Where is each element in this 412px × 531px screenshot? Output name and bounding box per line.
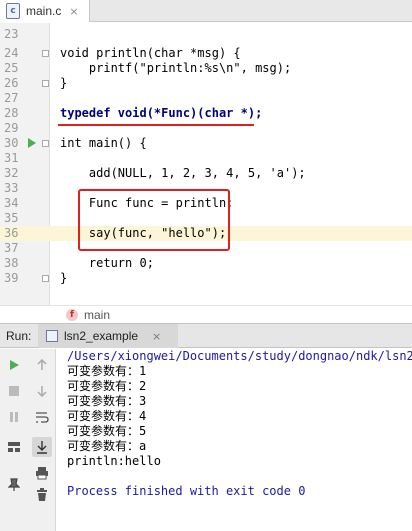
line-number: 35 <box>4 211 19 225</box>
code-line: 28 typedef void(*Func)(char *); <box>0 106 412 121</box>
code-line: 38 return 0; <box>0 256 412 271</box>
line-number: 34 <box>4 196 19 210</box>
code-line: 25 printf("println:%s\n", msg); <box>0 61 412 76</box>
fold-icon[interactable] <box>42 275 49 282</box>
run-tab-label: lsn2_example <box>64 329 139 343</box>
console-line: 可变参数有：1 <box>67 364 147 378</box>
line-number: 33 <box>4 181 19 195</box>
run-icon[interactable] <box>28 138 36 148</box>
code-text: add(NULL, 1, 2, 3, 4, 5, 'a'); <box>60 166 306 180</box>
line-number: 39 <box>4 271 19 285</box>
line-number: 23 <box>4 27 19 41</box>
fold-icon[interactable] <box>42 80 49 87</box>
code-text: void println(char *msg) { <box>60 46 241 60</box>
annotation-box <box>78 189 230 251</box>
line-number: 36 <box>4 226 19 240</box>
line-number: 38 <box>4 256 19 270</box>
print-icon[interactable] <box>34 465 50 481</box>
console-line: /Users/xiongwei/Documents/study/dongnao/… <box>67 349 412 363</box>
console-line: println:hello <box>67 454 161 468</box>
executable-icon <box>46 330 58 342</box>
code-text: int main() { <box>60 136 147 150</box>
down-arrow-icon[interactable] <box>34 383 50 399</box>
code-line: 27 <box>0 91 412 106</box>
code-text: return 0; <box>60 256 154 270</box>
up-arrow-icon[interactable] <box>34 357 50 373</box>
fold-icon[interactable] <box>42 50 49 57</box>
pin-icon[interactable] <box>6 477 22 493</box>
close-icon[interactable]: × <box>152 330 161 343</box>
console-line: 可变参数有：3 <box>67 394 147 408</box>
rerun-icon[interactable] <box>6 357 22 373</box>
line-number: 28 <box>4 106 19 120</box>
layout-icon[interactable] <box>6 439 22 455</box>
function-icon: f <box>66 308 78 321</box>
line-number: 25 <box>4 61 19 75</box>
console-line: Process finished with exit code 0 <box>67 484 306 498</box>
soft-wrap-icon[interactable] <box>34 409 50 425</box>
tab-lsn2-example[interactable]: lsn2_example × <box>38 324 178 348</box>
line-number: 37 <box>4 241 19 255</box>
code-text: } <box>60 271 68 285</box>
code-line: 26 } <box>0 76 412 91</box>
code-editor[interactable]: 23 24 void println(char *msg) { 25 print… <box>0 23 412 305</box>
trash-icon[interactable] <box>34 487 50 503</box>
code-text: typedef void(*Func)(char *); <box>60 106 263 120</box>
fold-icon[interactable] <box>42 140 49 147</box>
run-toolbar <box>0 349 56 531</box>
annotation-underline <box>58 124 254 126</box>
breadcrumb[interactable]: f main <box>0 305 412 323</box>
line-number: 30 <box>4 136 19 150</box>
line-number: 29 <box>4 121 19 135</box>
console-line: 可变参数有：4 <box>67 409 147 423</box>
code-line: 24 void println(char *msg) { <box>0 46 412 61</box>
code-line: 32 add(NULL, 1, 2, 3, 4, 5, 'a'); <box>0 166 412 181</box>
code-line: 39 } <box>0 271 412 286</box>
code-line: 30 int main() { <box>0 136 412 151</box>
console-output[interactable]: /Users/xiongwei/Documents/study/dongnao/… <box>57 349 412 531</box>
line-number: 27 <box>4 91 19 105</box>
console-line: 可变参数有：a <box>67 439 147 453</box>
run-label: Run: <box>6 329 32 343</box>
line-number: 24 <box>4 46 19 60</box>
console-line: 可变参数有：2 <box>67 379 147 393</box>
scroll-to-end-icon[interactable] <box>32 437 52 457</box>
line-number: 31 <box>4 151 19 165</box>
code-text: } <box>60 76 68 90</box>
code-line: 23 <box>0 27 412 42</box>
run-tool-window-header: Run: lsn2_example × <box>0 323 412 348</box>
pause-icon[interactable] <box>6 409 22 425</box>
tab-main-c[interactable]: c main.c × <box>0 0 90 22</box>
breadcrumb-function[interactable]: main <box>84 308 110 322</box>
stop-icon[interactable] <box>6 383 22 399</box>
console-line: 可变参数有：5 <box>67 424 147 438</box>
close-icon[interactable]: × <box>69 5 78 18</box>
line-number: 26 <box>4 76 19 90</box>
code-line: 31 <box>0 151 412 166</box>
tab-filename: main.c <box>26 4 62 18</box>
code-text: printf("println:%s\n", msg); <box>60 61 292 75</box>
line-number: 32 <box>4 166 19 180</box>
editor-tab-bar: c main.c × <box>0 0 412 22</box>
c-file-icon: c <box>6 3 20 19</box>
